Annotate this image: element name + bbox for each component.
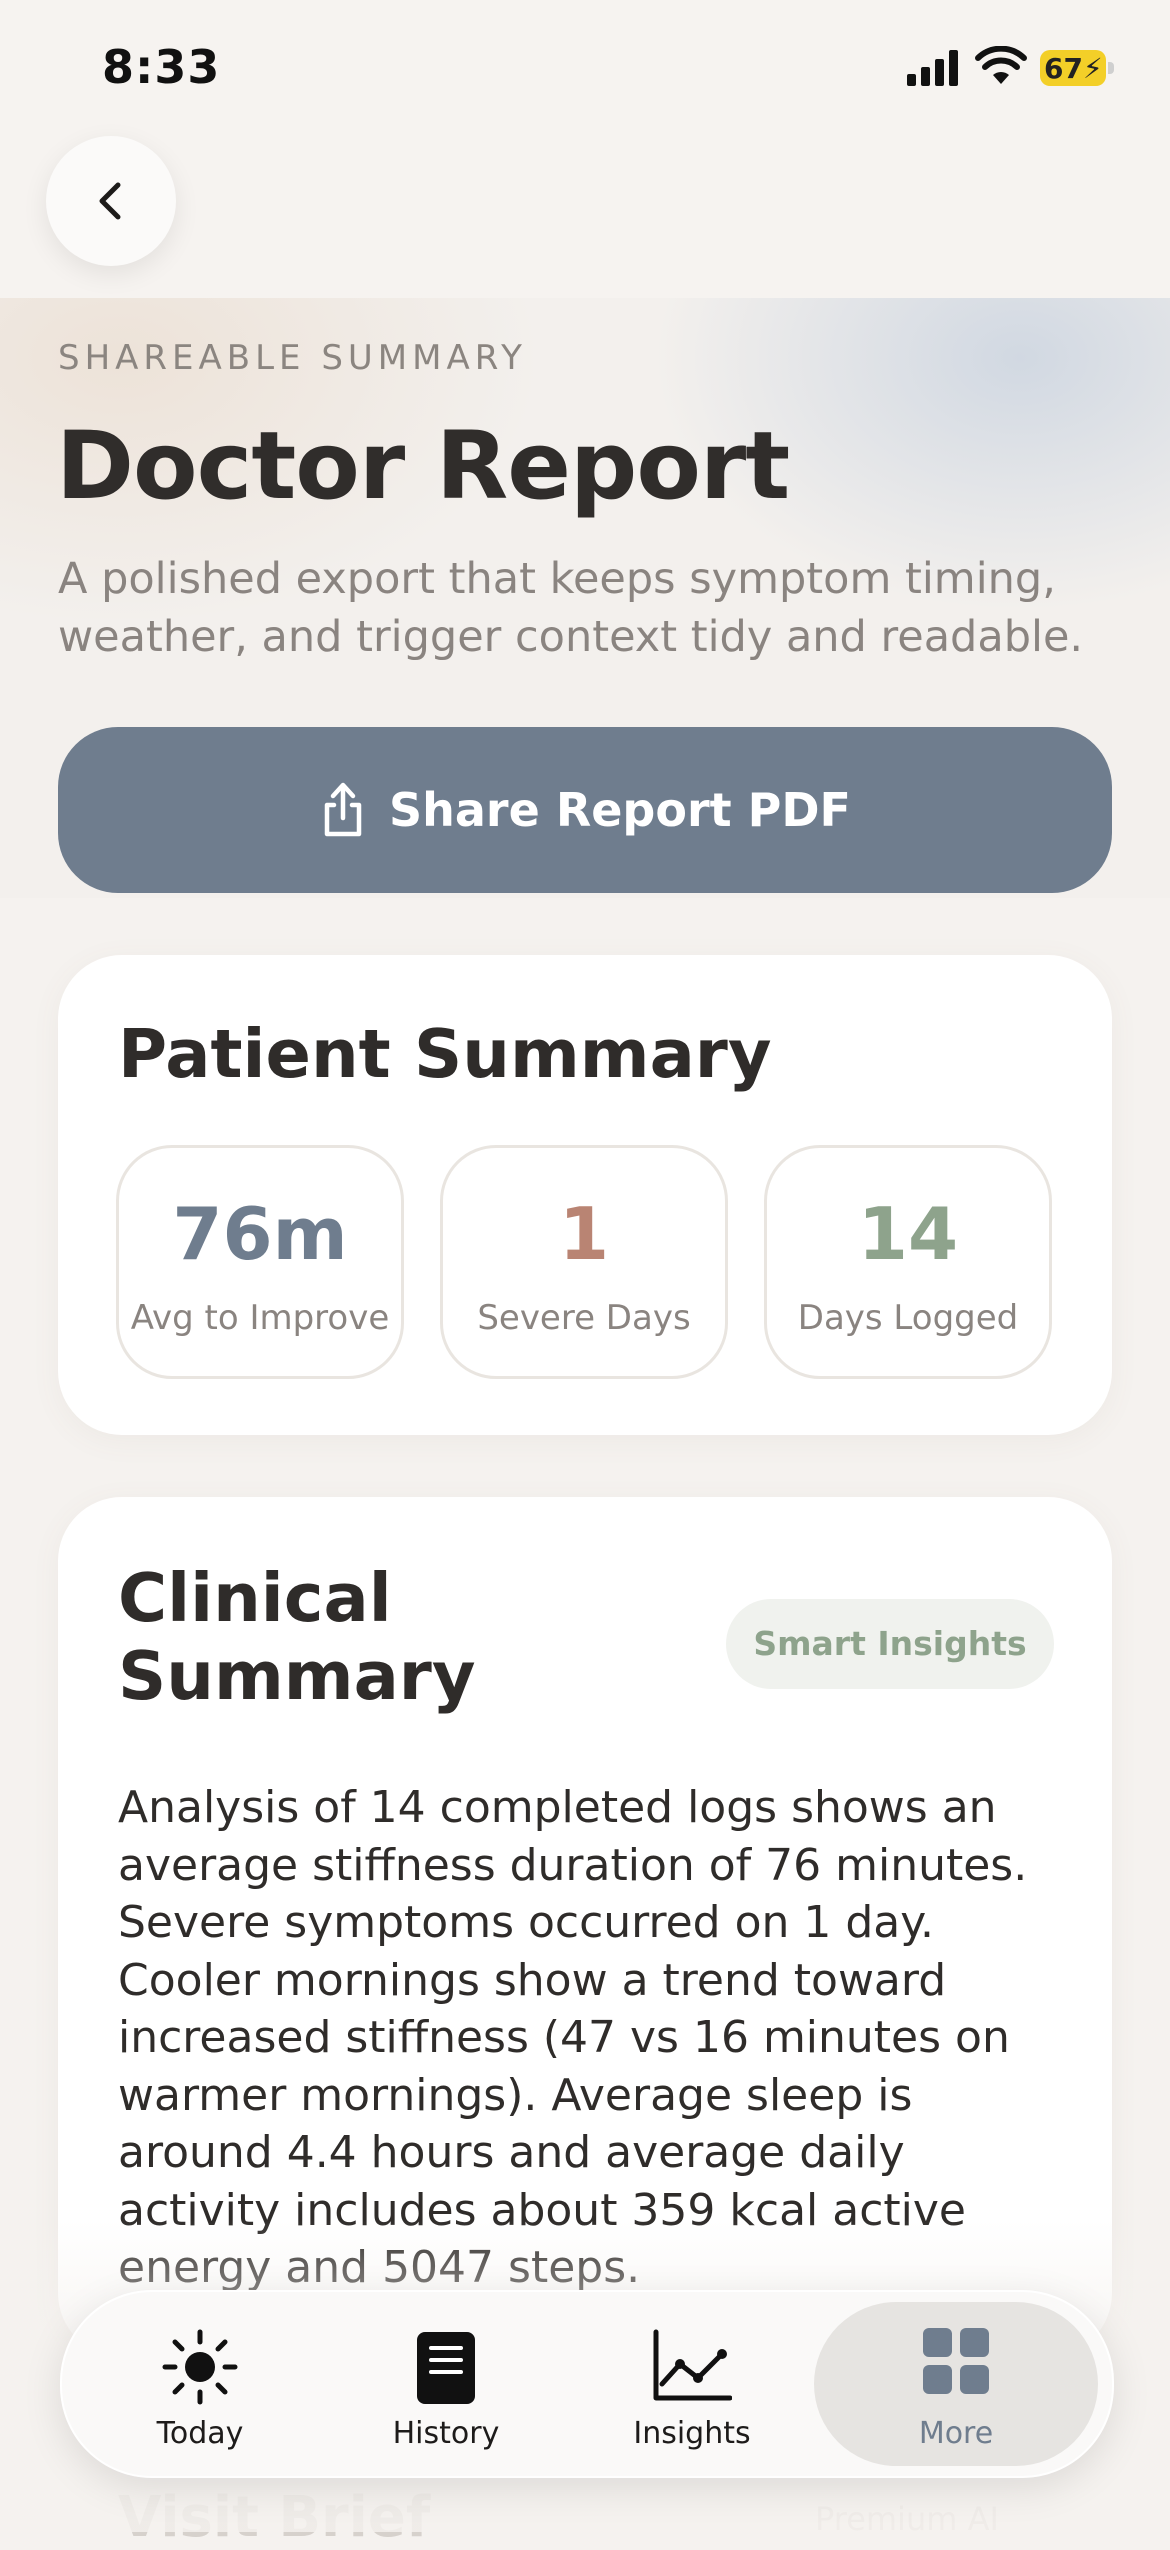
chart-icon (653, 2329, 732, 2401)
page-subtitle: A polished export that keeps symptom tim… (58, 554, 1084, 662)
grid-icon (923, 2328, 989, 2394)
stat-value: 1 (558, 1192, 610, 1276)
tab-more[interactable]: More (814, 2302, 1098, 2466)
share-report-pdf-button[interactable]: Share Report PDF (58, 727, 1112, 893)
page-title: Doctor Report (56, 412, 790, 521)
tab-history[interactable]: History (330, 2292, 562, 2476)
share-button-label: Share Report PDF (389, 783, 851, 837)
section-eyebrow: SHAREABLE SUMMARY (58, 338, 527, 378)
stat-value: 14 (857, 1192, 959, 1276)
tab-insights[interactable]: Insights (576, 2292, 808, 2476)
patient-summary-card: Patient Summary 76m Avg to Improve 1 Sev… (58, 955, 1112, 1435)
stat-label: Severe Days (477, 1298, 691, 1338)
stat-avg-to-improve: 76m Avg to Improve (116, 1145, 404, 1379)
back-button[interactable] (46, 136, 176, 266)
status-time: 8:33 (102, 40, 221, 94)
clinical-summary-text: Analysis of 14 completed logs shows an a… (118, 1782, 1028, 2293)
clinical-title-line1: Clinical (118, 1559, 392, 1637)
tab-label: Insights (633, 2416, 751, 2451)
battery-icon: 67⚡ (1040, 50, 1114, 86)
stat-value: 76m (172, 1192, 348, 1276)
smart-insights-badge: Smart Insights (726, 1599, 1054, 1689)
patient-summary-title: Patient Summary (118, 1015, 772, 1093)
wifi-icon (975, 46, 1027, 84)
tab-bar: Today History Insights More (60, 2290, 1114, 2478)
stat-days-logged: 14 Days Logged (764, 1145, 1052, 1379)
stat-severe-days: 1 Severe Days (440, 1145, 728, 1379)
tab-label: Today (156, 2416, 244, 2451)
tab-today[interactable]: Today (84, 2292, 316, 2476)
stat-label: Days Logged (797, 1298, 1019, 1338)
stat-label: Avg to Improve (130, 1298, 390, 1338)
chevron-left-icon (99, 182, 121, 220)
notebook-icon (417, 2332, 475, 2404)
clinical-title-line2: Summary (118, 1637, 476, 1715)
cellular-signal-icon (907, 50, 958, 86)
tab-label: More (918, 2416, 994, 2451)
clinical-summary-title: Clinical Summary (118, 1559, 476, 1715)
sun-icon (162, 2329, 238, 2405)
tab-label: History (392, 2416, 500, 2451)
share-icon (324, 782, 362, 837)
battery-percent: 67 (1044, 52, 1083, 85)
status-bar: 8:33 67⚡ (0, 0, 1170, 140)
